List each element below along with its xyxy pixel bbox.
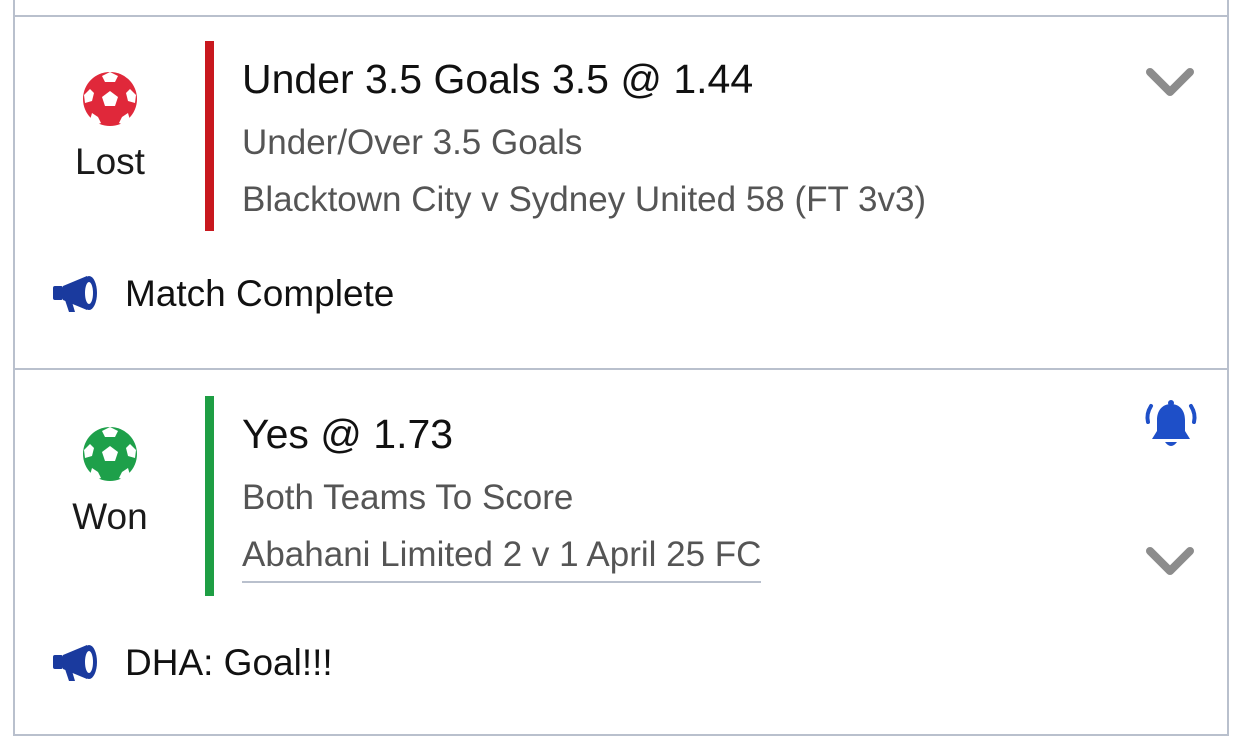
megaphone-icon: [53, 276, 97, 312]
bet-details: Yes @ 1.73 Both Teams To Score Abahani L…: [242, 411, 762, 583]
bet-history-list: Lost Under 3.5 Goals 3.5 @ 1.44 Under/Ov…: [13, 0, 1229, 736]
soccer-ball-icon: [83, 427, 137, 481]
bet-card-lost[interactable]: Lost Under 3.5 Goals 3.5 @ 1.44 Under/Ov…: [15, 15, 1227, 369]
bet-selection: Yes @ 1.73: [242, 411, 454, 457]
bet-market: Both Teams To Score: [242, 478, 574, 517]
status-label: Won: [72, 496, 148, 537]
live-update: Match Complete: [51, 273, 394, 315]
update-text: DHA: Goal!!!: [125, 642, 333, 683]
update-text: Match Complete: [125, 273, 395, 314]
status-label: Lost: [75, 141, 145, 182]
bet-details: Under 3.5 Goals 3.5 @ 1.44 Under/Over 3.…: [242, 59, 926, 220]
soccer-ball-icon: [83, 72, 137, 126]
status-bar: [205, 396, 214, 596]
bet-status: Lost: [65, 71, 155, 183]
bet-event-link[interactable]: Abahani Limited 2 v 1 April 25 FC: [242, 535, 762, 583]
chevron-down-icon[interactable]: [1145, 65, 1195, 99]
bet-card-won[interactable]: Won Yes @ 1.73 Both Teams To Score Abaha…: [15, 368, 1227, 734]
bet-status: Won: [65, 426, 155, 538]
bet-event: Blacktown City v Sydney United 58 (FT 3v…: [242, 180, 927, 219]
live-update: DHA: Goal!!!: [51, 642, 333, 684]
bell-icon[interactable]: [1143, 398, 1199, 454]
megaphone-icon: [53, 645, 97, 681]
status-bar: [205, 41, 214, 231]
bet-market: Under/Over 3.5 Goals: [242, 123, 583, 162]
chevron-down-icon[interactable]: [1145, 544, 1195, 578]
bet-selection: Under 3.5 Goals 3.5 @ 1.44: [242, 56, 754, 102]
